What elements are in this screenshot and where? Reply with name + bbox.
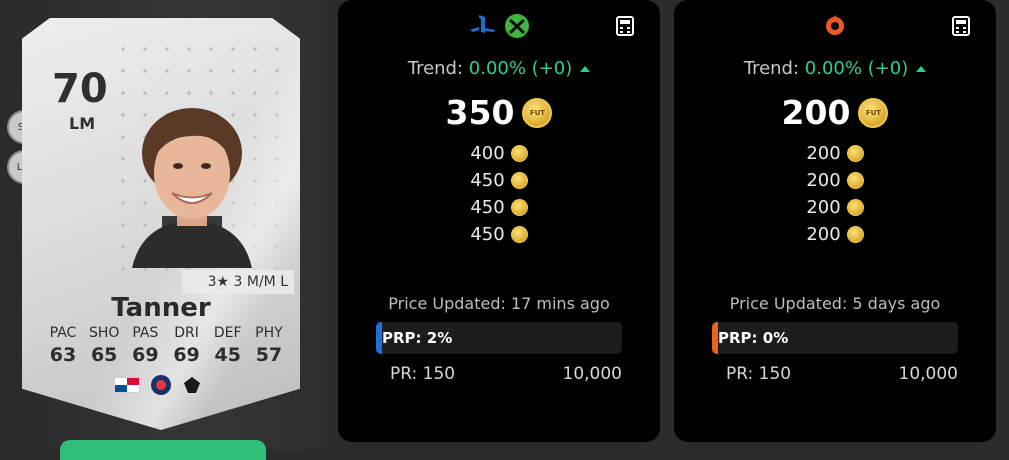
origin-icon <box>826 15 844 35</box>
stat-value: 69 <box>173 344 200 366</box>
price-value: 200 <box>806 170 841 191</box>
stat-label: DEF <box>213 325 242 341</box>
league-crest-icon <box>151 375 171 395</box>
price-range: PR: 150 10,000 <box>390 364 622 384</box>
stat-value: 65 <box>90 344 118 366</box>
panama-flag-icon <box>114 377 140 393</box>
player-name: Tanner <box>111 293 211 323</box>
prp-bar: PRP: 2% <box>376 322 622 354</box>
price-row: 400 <box>470 140 528 167</box>
fut-coin-icon: FUT <box>522 97 553 128</box>
coin-text: FUT <box>529 108 546 117</box>
stat-label: PHY <box>255 325 283 341</box>
stat-label: DRI <box>174 325 199 341</box>
fut-coin-icon: FUT <box>858 97 889 128</box>
price-value: 200 <box>806 143 841 164</box>
calculator-icon[interactable] <box>616 16 634 36</box>
stat-label: PAC <box>49 325 77 341</box>
player-portrait <box>132 108 252 268</box>
price-value: 200 <box>806 197 841 218</box>
price-value: 450 <box>470 170 505 191</box>
stat-label: SHO <box>88 325 120 341</box>
player-card[interactable]: 70 LM 3★ 3 M/M L Tanner PAC SHO PAS DRI … <box>22 18 300 430</box>
card-badges <box>114 374 202 396</box>
stat-value: 45 <box>214 344 241 366</box>
lowest-price-value: 350 <box>445 93 515 132</box>
trend-up-icon <box>580 66 591 72</box>
stat-value: 69 <box>132 344 159 366</box>
price-row: 200 <box>806 167 864 194</box>
xbox-icon <box>505 14 529 38</box>
price-range-max: 10,000 <box>562 364 622 384</box>
prp-label: PRP: 0% <box>718 329 789 347</box>
trend-value: 0.00% (+0) <box>804 58 909 79</box>
skills-weakfoot: 3★ 3 M/M L <box>182 270 294 294</box>
price-row: 200 <box>806 194 864 221</box>
fut-coin-icon <box>510 199 528 216</box>
trend-line: Trend: 0.00% (+0) <box>338 58 660 79</box>
fut-coin-icon <box>510 172 528 189</box>
price-range: PR: 150 10,000 <box>726 364 958 384</box>
platform-icons <box>338 13 660 39</box>
price-value: 450 <box>470 197 505 218</box>
calculator-icon[interactable] <box>952 16 970 36</box>
trend-label: Trend: <box>407 58 464 79</box>
player-position: LM <box>69 114 96 133</box>
trend-line: Trend: 0.00% (+0) <box>674 58 996 79</box>
trend-value: 0.00% (+0) <box>468 58 573 79</box>
price-row: 200 <box>806 221 864 248</box>
player-rating: 70 <box>52 66 108 112</box>
price-row: 450 <box>470 167 528 194</box>
price-value: 450 <box>470 224 505 245</box>
price-value: 400 <box>470 143 505 164</box>
prp-bar: PRP: 0% <box>712 322 958 354</box>
price-range-min: PR: 150 <box>390 364 456 384</box>
lowest-price: 200 FUT <box>674 93 996 132</box>
stat-value: 57 <box>255 344 283 366</box>
platform-icons <box>674 13 996 37</box>
fut-coin-icon <box>846 226 864 243</box>
fut-coin-icon <box>846 172 864 189</box>
stat-values: 63 65 69 69 45 57 <box>44 344 288 366</box>
fut-coin-icon <box>510 226 528 243</box>
price-row: 450 <box>470 194 528 221</box>
playstation-icon <box>470 15 495 33</box>
stat-value: 63 <box>49 344 77 366</box>
trend-up-icon <box>916 66 927 72</box>
price-panel-pc: Trend: 0.00% (+0) 200 FUT 200 200 200 20… <box>674 0 996 442</box>
price-value: 200 <box>806 224 841 245</box>
lowest-price: 350 FUT <box>338 93 660 132</box>
price-updated: Price Updated: 5 days ago <box>729 294 941 313</box>
club-crest-icon <box>184 377 200 393</box>
price-list: 200 200 200 200 <box>674 140 996 248</box>
trend-label: Trend: <box>743 58 800 79</box>
stat-label: PAS <box>132 325 159 341</box>
coin-text: FUT <box>865 108 882 117</box>
price-range-max: 10,000 <box>898 364 958 384</box>
price-row: 450 <box>470 221 528 248</box>
prp-label: PRP: 2% <box>382 329 453 347</box>
price-range-min: PR: 150 <box>726 364 792 384</box>
green-action-button[interactable] <box>60 440 266 460</box>
stat-labels: PAC SHO PAS DRI DEF PHY <box>44 325 288 341</box>
fut-coin-icon <box>510 145 528 162</box>
price-panel-console: Trend: 0.00% (+0) 350 FUT 400 450 450 45… <box>338 0 660 442</box>
fut-coin-icon <box>846 145 864 162</box>
price-updated: Price Updated: 17 mins ago <box>388 294 610 313</box>
fut-coin-icon <box>846 199 864 216</box>
price-list: 400 450 450 450 <box>338 140 660 248</box>
price-row: 200 <box>806 140 864 167</box>
lowest-price-value: 200 <box>781 93 851 132</box>
